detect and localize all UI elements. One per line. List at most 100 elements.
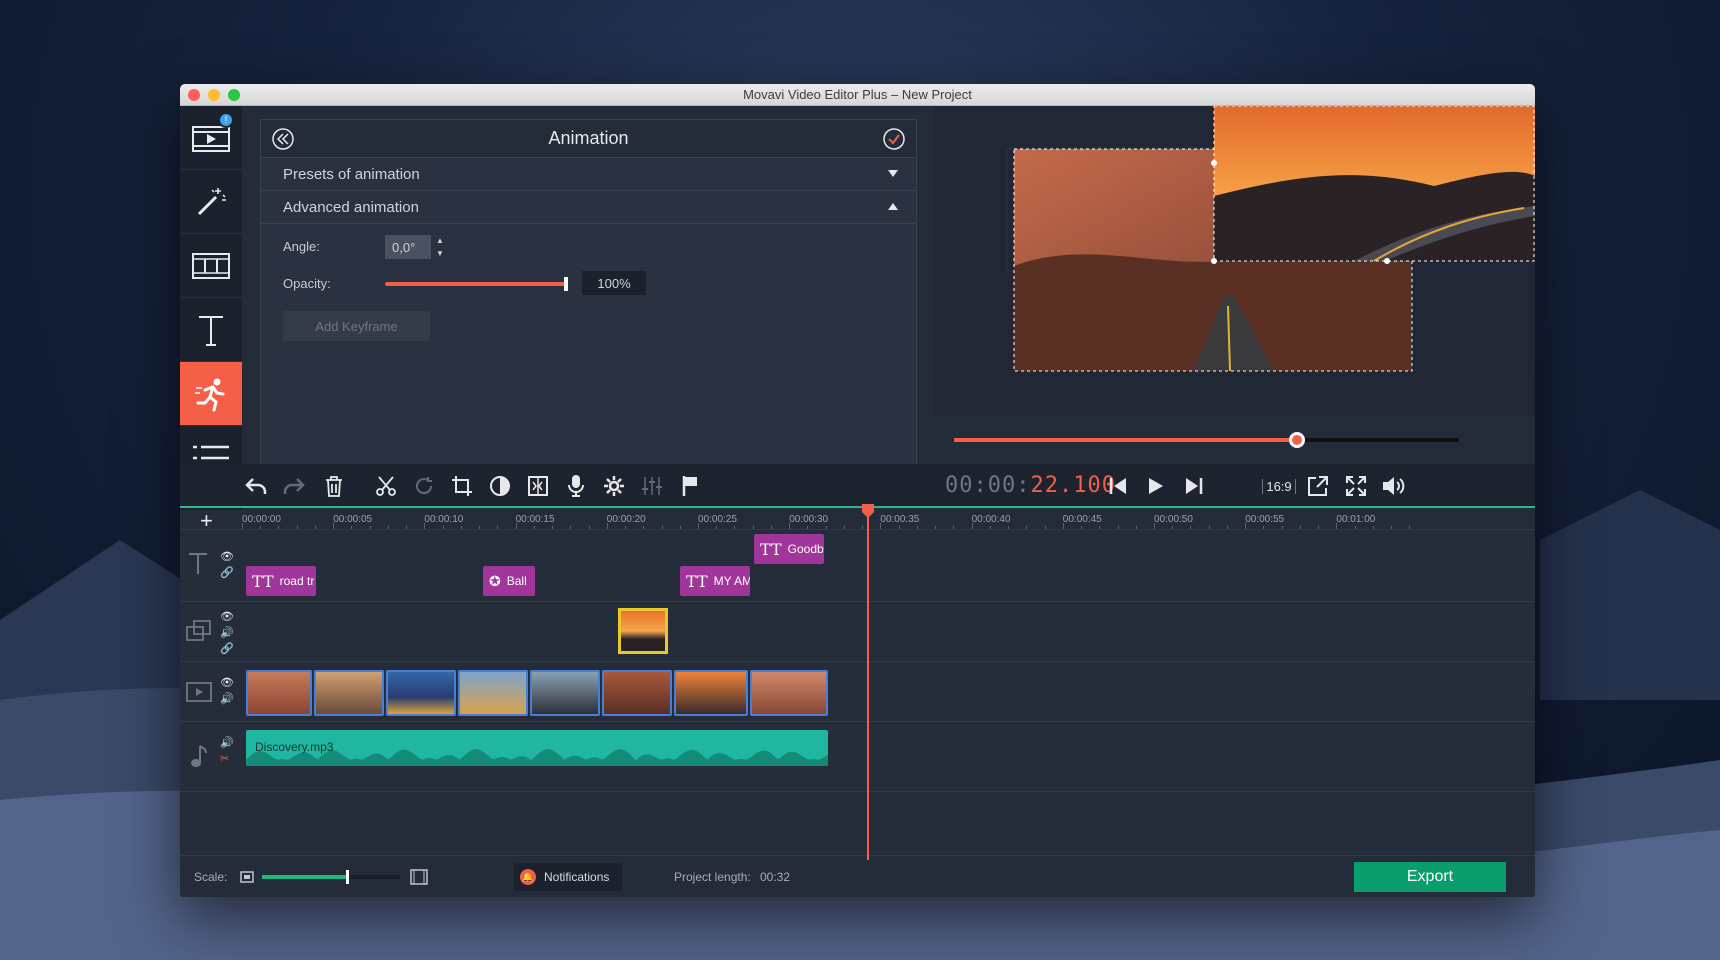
video-clip[interactable] [246, 670, 312, 716]
color-adjust-button[interactable] [486, 472, 514, 500]
angle-stepper[interactable]: ▲ ▼ [433, 234, 447, 260]
ruler-tick [789, 523, 791, 529]
volume-button[interactable] [1380, 472, 1408, 500]
previous-frame-button[interactable] [1104, 472, 1132, 500]
ruler-tick [1099, 526, 1101, 529]
link-icon[interactable]: 🔗 [220, 642, 234, 655]
ruler-tick [1135, 526, 1137, 529]
link-icon[interactable]: 🔗 [220, 566, 234, 579]
speaker-icon[interactable]: 🔊 [220, 626, 234, 639]
record-voice-button[interactable] [562, 472, 590, 500]
angle-input[interactable]: 0,0° [385, 235, 431, 259]
gear-icon [604, 476, 624, 496]
overlay-clip[interactable] [618, 608, 668, 654]
ruler-tick [387, 526, 389, 529]
ruler-tick-label: 00:00:40 [971, 514, 1011, 525]
zoom-in-icon[interactable] [410, 869, 428, 885]
split-button[interactable] [372, 472, 400, 500]
aspect-ratio-button[interactable]: 16:9 [1260, 472, 1298, 500]
audio-clip[interactable]: Discovery.mp3 [246, 730, 828, 766]
advanced-section-header[interactable]: Advanced animation [261, 191, 916, 224]
crop-button[interactable] [448, 472, 476, 500]
clip-properties-button[interactable] [600, 472, 628, 500]
resize-handle[interactable] [1211, 160, 1217, 166]
ruler-tick-label: 00:00:50 [1154, 514, 1193, 525]
ruler-tick [515, 523, 517, 529]
next-frame-button[interactable] [1180, 472, 1208, 500]
delete-button[interactable] [320, 472, 348, 500]
sticker-clip[interactable]: ✪ Ball [483, 566, 535, 596]
play-button[interactable] [1142, 472, 1170, 500]
minimize-window-button[interactable] [208, 89, 220, 101]
fullscreen-button[interactable] [1342, 472, 1370, 500]
video-clip[interactable] [602, 670, 672, 716]
ruler-tick [497, 526, 499, 529]
video-clip[interactable] [314, 670, 384, 716]
add-keyframe-button[interactable]: Add Keyframe [283, 311, 430, 341]
video-clip[interactable] [750, 670, 828, 716]
opacity-value[interactable]: 100% [582, 271, 646, 295]
sidebar-item-transitions[interactable] [180, 234, 242, 298]
title-clip[interactable]: TT MY AM/ [680, 566, 750, 596]
ruler-tick-label: 00:00:15 [515, 514, 555, 525]
sidebar-item-titles[interactable] [180, 298, 242, 362]
undo-button[interactable] [242, 472, 270, 500]
export-button[interactable]: Export [1354, 862, 1506, 892]
back-button[interactable] [272, 128, 294, 155]
presets-section-header[interactable]: Presets of animation [261, 158, 916, 191]
opacity-slider[interactable] [385, 282, 567, 286]
scale-slider[interactable] [262, 870, 400, 884]
detach-player-button[interactable] [1304, 472, 1332, 500]
playhead[interactable] [862, 504, 874, 860]
eye-icon[interactable]: 👁 [220, 610, 234, 623]
transition-wizard-button[interactable] [524, 472, 552, 500]
running-man-icon [195, 378, 225, 411]
playback-handle[interactable] [1289, 432, 1306, 448]
ruler-tick [588, 526, 590, 529]
preview-frame [934, 106, 1535, 416]
ruler-tick-label: 00:01:00 [1336, 514, 1376, 525]
zoom-window-button[interactable] [228, 89, 240, 101]
resize-handle[interactable] [1384, 258, 1390, 264]
close-window-button[interactable] [188, 89, 200, 101]
sidebar-item-import[interactable]: ! [180, 106, 242, 170]
sidebar-item-filters[interactable] [180, 170, 242, 234]
title-clip[interactable]: TT Goodby [754, 534, 824, 564]
eye-icon[interactable]: 👁 [220, 676, 234, 689]
timecode: 00:00:22.100 [945, 473, 1116, 498]
title-icon: TT [760, 539, 782, 559]
speaker-icon[interactable]: 🔊 [220, 692, 234, 705]
ruler-tick [1190, 526, 1192, 529]
star-icon: ✪ [489, 572, 501, 589]
playback-track[interactable] [954, 432, 1459, 448]
notifications-button[interactable]: 🔔 Notifications [514, 863, 622, 891]
rotate-button[interactable] [410, 472, 438, 500]
timeline-tracks: 👁 🔗 TT road tr ✪ Ball TT MY AM/ TT Goodby 👁 … [180, 530, 1535, 850]
panel-title: Animation [548, 128, 629, 148]
unlink-icon[interactable]: ✂ [220, 752, 229, 765]
redo-button[interactable] [280, 472, 308, 500]
ruler-tick [1154, 523, 1155, 529]
video-clip[interactable] [674, 670, 748, 716]
ruler-tick [333, 523, 335, 529]
video-clip[interactable] [386, 670, 456, 716]
eye-icon[interactable]: 👁 [220, 550, 234, 563]
audio-properties-button[interactable] [638, 472, 666, 500]
timeline-ruler[interactable]: + 00:00:00 00:00:05 00:00:10 00:00:15 00:00:… [180, 508, 1535, 533]
video-clip[interactable] [530, 670, 600, 716]
apply-button[interactable] [883, 128, 905, 155]
playback-fill [954, 438, 1298, 442]
zoom-out-icon[interactable] [240, 871, 254, 883]
title-clip[interactable]: TT road tr [246, 566, 316, 596]
scissors-icon [376, 476, 396, 496]
undo-icon [245, 478, 267, 494]
opacity-slider-handle[interactable] [564, 277, 568, 291]
panel-header: Animation [261, 120, 916, 158]
resize-handle[interactable] [1211, 258, 1217, 264]
skip-back-icon [1109, 478, 1126, 494]
speaker-icon[interactable]: 🔊 [220, 736, 234, 749]
sidebar-item-animation[interactable] [180, 362, 242, 426]
video-clip[interactable] [458, 670, 528, 716]
add-marker-button[interactable] [676, 472, 704, 500]
video-preview[interactable] [934, 106, 1535, 416]
